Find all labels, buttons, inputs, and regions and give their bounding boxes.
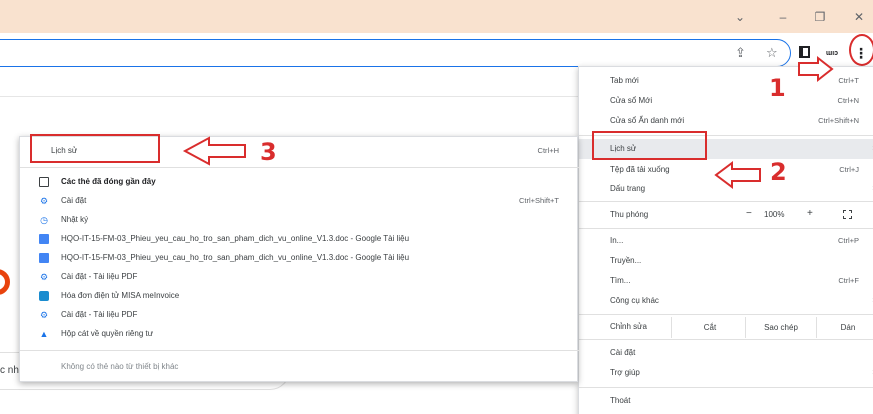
menu-separator	[579, 314, 873, 315]
menu-item-label: Tìm...	[610, 276, 631, 285]
history-item-label: Không có thẻ nào từ thiết bị khác	[61, 362, 179, 371]
menu-item-zoom: Thu phóng − 100% +	[579, 205, 873, 225]
menu-item-label: Thu phóng	[610, 210, 649, 219]
menu-item-shortcut: Ctrl+T	[838, 76, 859, 85]
menu-item-shortcut: Ctrl+P	[837, 236, 859, 245]
chrome-main-menu: Tab mới Ctrl+T Cửa sổ Mới Ctrl+N Cửa sổ …	[578, 66, 873, 414]
close-window-button[interactable]: ✕	[848, 8, 870, 26]
history-item-no-other-devices: Không có thẻ nào từ thiết bị khác	[20, 357, 579, 377]
minimize-button[interactable]: –	[772, 8, 794, 26]
bookmark-star-icon[interactable]: ☆	[766, 46, 778, 60]
submenu-separator	[20, 167, 579, 168]
menu-separator	[579, 201, 873, 202]
history-item-label: Nhật ký	[61, 215, 89, 224]
menu-item-new-window[interactable]: Cửa sổ Mới Ctrl+N	[579, 91, 873, 111]
history-item-label: Các thẻ đã đóng gần đây	[61, 177, 156, 186]
menu-item-shortcut: Ctrl+N	[837, 96, 859, 105]
menu-separator	[579, 228, 873, 229]
menu-item-cast[interactable]: Truyền...	[579, 251, 873, 271]
google-docs-icon	[39, 234, 49, 244]
tabs-icon	[39, 177, 49, 187]
menu-item-settings[interactable]: Cài đặt	[579, 343, 873, 363]
history-entry[interactable]: HQO-IT-15-FM-03_Phieu_yeu_cau_ho_tro_san…	[20, 229, 579, 249]
menu-item-label: Trợ giúp	[610, 368, 640, 377]
menu-item-more-tools[interactable]: Công cụ khác ›	[579, 291, 873, 311]
menu-item-find[interactable]: Tìm... Ctrl+F	[579, 271, 873, 291]
zoom-in-button[interactable]: +	[807, 208, 813, 219]
history-entry[interactable]: Hóa đơn điện tử MISA meInvoice	[20, 286, 579, 306]
annotation-arrow-step2	[714, 161, 761, 189]
menu-item-label: Dấu trang	[610, 184, 646, 193]
flask-icon: ▲	[39, 329, 49, 339]
submenu-separator	[20, 350, 579, 351]
annotation-arrow-step1	[798, 55, 834, 83]
zoom-level: 100%	[764, 210, 785, 219]
menu-item-label: Thoát	[610, 396, 631, 405]
paste-button[interactable]: Dán	[817, 320, 873, 335]
menu-item-label: Truyền...	[610, 256, 642, 265]
annotation-number-1: 1	[769, 74, 786, 102]
clock-icon: ◷	[40, 215, 48, 225]
history-item-log[interactable]: ◷ Nhật ký	[20, 210, 579, 230]
cut-button[interactable]: Cắt	[675, 320, 745, 335]
history-entry-label: Cài đặt - Tài liệu PDF	[61, 272, 138, 281]
history-entry-label: Cài đặt - Tài liệu PDF	[61, 310, 138, 319]
page-text-snippet: c nh	[0, 365, 19, 376]
page-logo-fragment	[0, 269, 10, 295]
menu-item-label: In...	[610, 236, 624, 245]
menu-item-help[interactable]: Trợ giúp ›	[579, 363, 873, 383]
copy-button[interactable]: Sao chép	[746, 320, 816, 335]
zoom-out-button[interactable]: −	[746, 208, 752, 219]
gear-icon: ⚙	[39, 196, 49, 206]
fullscreen-icon[interactable]	[843, 210, 852, 219]
history-entry-label: Hóa đơn điện tử MISA meInvoice	[61, 291, 180, 300]
menu-item-label: Cửa sổ Mới	[610, 96, 653, 105]
address-bar[interactable]	[0, 39, 791, 67]
menu-item-label: Công cụ khác	[610, 296, 659, 305]
history-submenu: Lịch sử Ctrl+H Các thẻ đã đóng gần đây ⚙…	[19, 136, 579, 382]
history-item-recent-tabs[interactable]: Các thẻ đã đóng gần đây	[20, 172, 579, 192]
page-divider	[0, 96, 580, 97]
menu-separator	[579, 387, 873, 388]
menu-item-shortcut: Ctrl+Shift+N	[818, 116, 859, 125]
menu-item-shortcut: Ctrl+J	[839, 165, 859, 174]
misa-icon	[39, 291, 49, 301]
history-entry-label: HQO-IT-15-FM-03_Phieu_yeu_cau_ho_tro_san…	[61, 253, 410, 262]
history-item-shortcut: Ctrl+H	[537, 146, 559, 155]
menu-item-exit[interactable]: Thoát	[579, 391, 873, 411]
google-docs-icon	[39, 253, 49, 263]
menu-item-shortcut: Ctrl+F	[838, 276, 859, 285]
annotation-box-step2	[592, 131, 707, 160]
gear-icon: ⚙	[39, 272, 49, 282]
annotation-arrow-step3	[182, 136, 246, 166]
share-icon[interactable]: ⇪	[735, 46, 746, 60]
menu-item-print[interactable]: In... Ctrl+P	[579, 231, 873, 251]
annotation-circle	[849, 34, 873, 66]
history-entry-label: HQO-IT-15-FM-03_Phieu_yeu_cau_ho_tro_san…	[61, 234, 410, 243]
menu-item-label: Cửa sổ Ẩn danh mới	[610, 116, 685, 125]
gear-icon: ⚙	[39, 310, 49, 320]
history-item-settings[interactable]: ⚙ Cài đặt Ctrl+Shift+T	[20, 191, 579, 211]
edit-divider	[671, 317, 672, 338]
annotation-number-2: 2	[770, 158, 787, 186]
history-entry[interactable]: ⚙ Cài đặt - Tài liệu PDF	[20, 305, 579, 325]
history-entry[interactable]: ▲ Hộp cát về quyền riêng tư	[20, 324, 579, 344]
restore-button[interactable]: ❐	[809, 8, 831, 26]
menu-item-label: Cài đặt	[610, 348, 636, 357]
history-entry[interactable]: ⚙ Cài đặt - Tài liệu PDF	[20, 267, 579, 287]
annotation-number-3: 3	[260, 138, 277, 166]
history-entry-label: Hộp cát về quyền riêng tư	[61, 329, 154, 338]
history-item-shortcut: Ctrl+Shift+T	[518, 196, 559, 205]
window-title-bar: ⌄ – ❐ ✕	[0, 0, 873, 33]
chevron-down-icon[interactable]: ⌄	[729, 8, 751, 26]
annotation-box-step3	[30, 134, 160, 163]
menu-item-label: Chỉnh sửa	[610, 322, 647, 331]
history-entry[interactable]: HQO-IT-15-FM-03_Phieu_yeu_cau_ho_tro_san…	[20, 248, 579, 268]
menu-item-label: Tab mới	[610, 76, 639, 85]
menu-item-edit: Chỉnh sửa Cắt Sao chép Dán	[579, 317, 873, 338]
menu-item-incognito[interactable]: Cửa sổ Ẩn danh mới Ctrl+Shift+N	[579, 111, 873, 131]
menu-separator	[579, 339, 873, 340]
history-item-label: Cài đặt	[61, 196, 87, 205]
menu-item-label: Tệp đã tải xuống	[610, 165, 670, 174]
